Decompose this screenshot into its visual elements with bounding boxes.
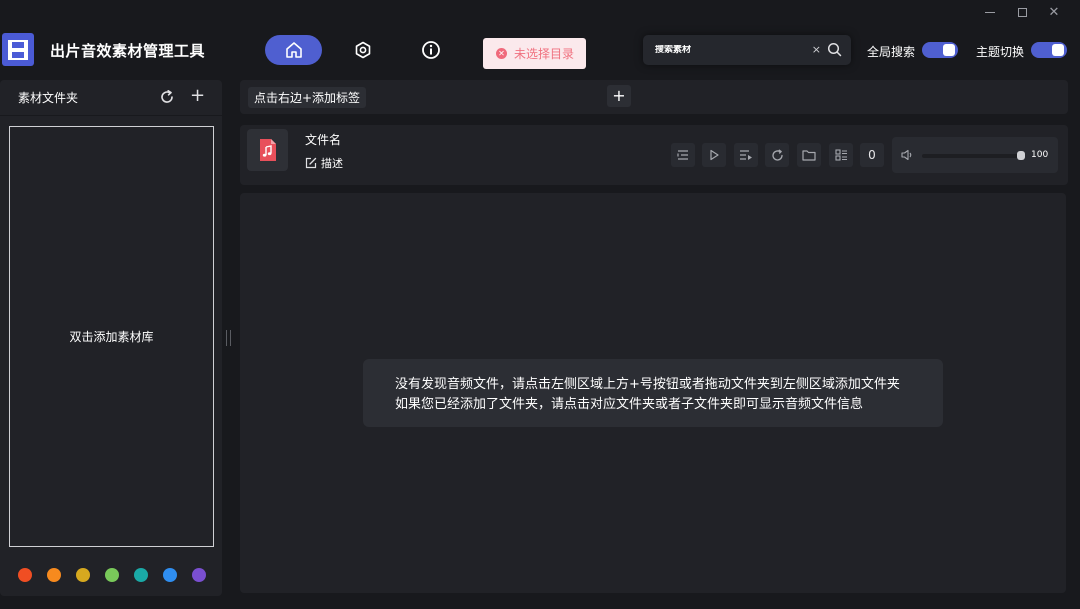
home-icon — [285, 42, 302, 58]
playlist-button[interactable] — [734, 143, 758, 167]
search-clear-button[interactable]: × — [812, 43, 821, 56]
grid-icon — [834, 149, 847, 161]
color-tag-dot[interactable] — [47, 568, 61, 582]
close-icon: ✕ — [1048, 4, 1060, 20]
global-search-toggle[interactable] — [922, 42, 958, 58]
file-thumbnail — [247, 129, 288, 171]
volume-value: 100 — [1031, 150, 1049, 160]
open-folder-button[interactable] — [797, 143, 821, 167]
theme-switch-toggle[interactable] — [1031, 42, 1067, 58]
info-icon — [422, 41, 440, 59]
color-tag-filters — [18, 568, 206, 582]
app-logo — [2, 33, 34, 66]
volume-control: 100 — [892, 137, 1058, 173]
window-controls: ✕ — [978, 4, 1066, 20]
app-title: 出片音效素材管理工具 — [50, 42, 206, 60]
add-folder-button[interactable]: + — [190, 87, 205, 105]
music-file-icon — [259, 139, 276, 161]
theme-switch-label: 主题切换 — [976, 45, 1025, 59]
play-icon — [710, 149, 719, 161]
library-dropzone[interactable]: 双击添加素材库 — [9, 126, 214, 547]
volume-slider[interactable] — [922, 154, 1025, 158]
logo-icon — [8, 39, 28, 60]
list-button[interactable] — [671, 143, 695, 167]
add-tag-button[interactable]: + — [607, 85, 631, 107]
folder-icon — [802, 150, 816, 161]
sidebar-title: 素材文件夹 — [18, 91, 79, 105]
global-search-label: 全局搜索 — [867, 45, 916, 59]
play-button[interactable] — [702, 143, 726, 167]
dropzone-text: 双击添加素材库 — [69, 330, 154, 344]
info-button[interactable] — [416, 35, 446, 65]
volume-slider-handle[interactable] — [1017, 151, 1025, 160]
resize-handle[interactable] — [226, 330, 231, 346]
add-tag-hint: 点击右边+添加标签 — [248, 87, 367, 108]
empty-state-line: 如果您已经添加了文件夹，请点击对应文件夹或者子文件夹即可显示音频文件信息 — [395, 397, 864, 412]
tag-bar: 点击右边+添加标签 + — [240, 80, 1068, 114]
player-bar: 文件名 描述 0 100 — [240, 125, 1068, 185]
color-tag-dot[interactable] — [105, 568, 119, 582]
close-button[interactable]: ✕ — [1042, 4, 1066, 20]
description-row[interactable]: 描述 — [305, 155, 343, 171]
sidebar-header: 素材文件夹 + — [0, 80, 222, 116]
file-count: 0 — [868, 148, 876, 162]
folder-sidebar: 素材文件夹 + 双击添加素材库 — [0, 80, 222, 596]
no-directory-toast: ✕ 未选择目录 — [483, 38, 586, 69]
toast-text: 未选择目录 — [514, 47, 575, 61]
loop-button[interactable] — [765, 143, 789, 167]
volume-icon[interactable] — [901, 149, 914, 161]
empty-state-line: 没有发现音频文件，请点击左侧区域上方+号按钮或者拖动文件夹到左侧区域添加文件夹 — [395, 377, 900, 392]
maximize-icon — [1017, 7, 1027, 17]
minimize-icon — [985, 11, 995, 13]
empty-state-message: 没有发现音频文件，请点击左侧区域上方+号按钮或者拖动文件夹到左侧区域添加文件夹 … — [363, 359, 943, 427]
list-icon — [677, 150, 688, 160]
home-button[interactable] — [265, 35, 322, 65]
color-tag-dot[interactable] — [134, 568, 148, 582]
minimize-button[interactable] — [978, 4, 1002, 20]
search-icon[interactable] — [827, 42, 842, 57]
file-name: 文件名 — [305, 133, 342, 147]
playlist-icon — [740, 150, 752, 160]
refresh-icon[interactable] — [160, 90, 174, 104]
error-icon: ✕ — [496, 48, 507, 59]
settings-button[interactable] — [348, 35, 378, 65]
color-tag-dot[interactable] — [163, 568, 177, 582]
audio-file-list: 没有发现音频文件，请点击左侧区域上方+号按钮或者拖动文件夹到左侧区域添加文件夹 … — [240, 193, 1066, 593]
maximize-button[interactable] — [1010, 4, 1034, 20]
description-text: 描述 — [321, 157, 343, 170]
settings-icon — [355, 41, 371, 59]
search-box: × — [643, 35, 851, 65]
search-input[interactable] — [655, 45, 805, 55]
color-tag-dot[interactable] — [192, 568, 206, 582]
grid-view-button[interactable] — [829, 143, 853, 167]
loop-icon — [771, 148, 783, 161]
color-tag-dot[interactable] — [18, 568, 32, 582]
edit-icon — [305, 157, 317, 169]
color-tag-dot[interactable] — [76, 568, 90, 582]
file-count-badge: 0 — [860, 143, 884, 167]
